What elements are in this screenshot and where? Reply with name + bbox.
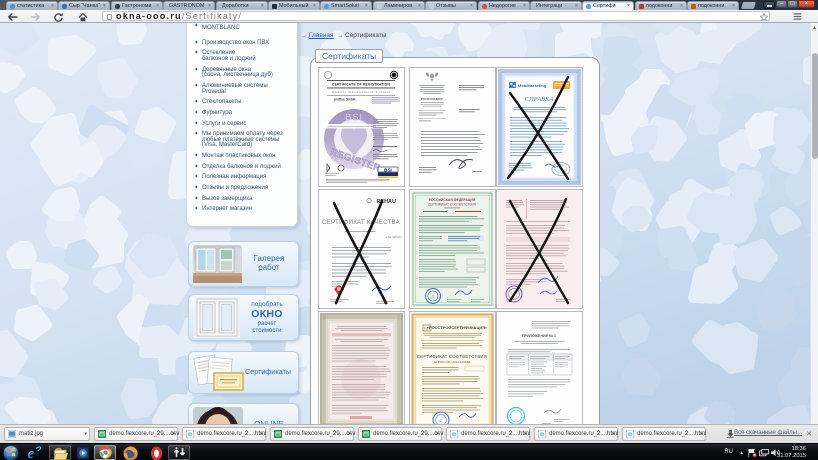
svg-text:к № 32724: к № 32724: [386, 235, 401, 239]
svg-text:РОСТЕХНАДЗОР: РОСТЕХНАДЗОР: [421, 97, 443, 101]
svg-text:СЕРТИФИКАТ КАЧЕСТВА: СЕРТИФИКАТ КАЧЕСТВА: [322, 219, 401, 226]
svg-text:С: С: [440, 418, 443, 423]
svg-text:СПРАВКА: СПРАВКА: [525, 96, 554, 103]
svg-text:РОССИЙСКАЯ ФЕДЕРАЦИЯ: РОССИЙСКАЯ ФЕДЕРАЦИЯ: [429, 198, 476, 202]
svg-text:CERTIFICATE OF REGISTRATION: CERTIFICATE OF REGISTRATION: [332, 83, 390, 87]
svg-text:С: С: [432, 294, 435, 299]
svg-text:ПРИЛОЖЕНИЕ № 1: ПРИЛОЖЕНИЕ № 1: [522, 334, 556, 338]
svg-text:«РОССТРОЙСЕРТИФИКАЦИЯ»: «РОССТРОЙСЕРТИФИКАЦИЯ»: [427, 325, 488, 330]
svg-text:BSI: BSI: [384, 167, 392, 172]
svg-text:REHAU: REHAU: [376, 199, 396, 205]
svg-text:e: e: [28, 446, 35, 460]
svg-text:Quality Management System: Quality Management System: [332, 90, 391, 94]
svg-text:profine GmbH: profine GmbH: [334, 98, 356, 102]
svg-text:СЕРТИФИКАТ СООТВЕТСТВИЯ: СЕРТИФИКАТ СООТВЕТСТВИЯ: [428, 203, 477, 207]
svg-text:BSI: BSI: [345, 112, 363, 122]
svg-text:№ РОСС RU.0001.11АБ86: № РОСС RU.0001.11АБ86: [434, 360, 471, 364]
svg-text:СЕРТИФИКАТ СООТВЕТСТВИЯ: СЕРТИФИКАТ СООТВЕТСТВИЯ: [417, 354, 487, 359]
svg-text:MobiMarketing: MobiMarketing: [518, 83, 547, 88]
